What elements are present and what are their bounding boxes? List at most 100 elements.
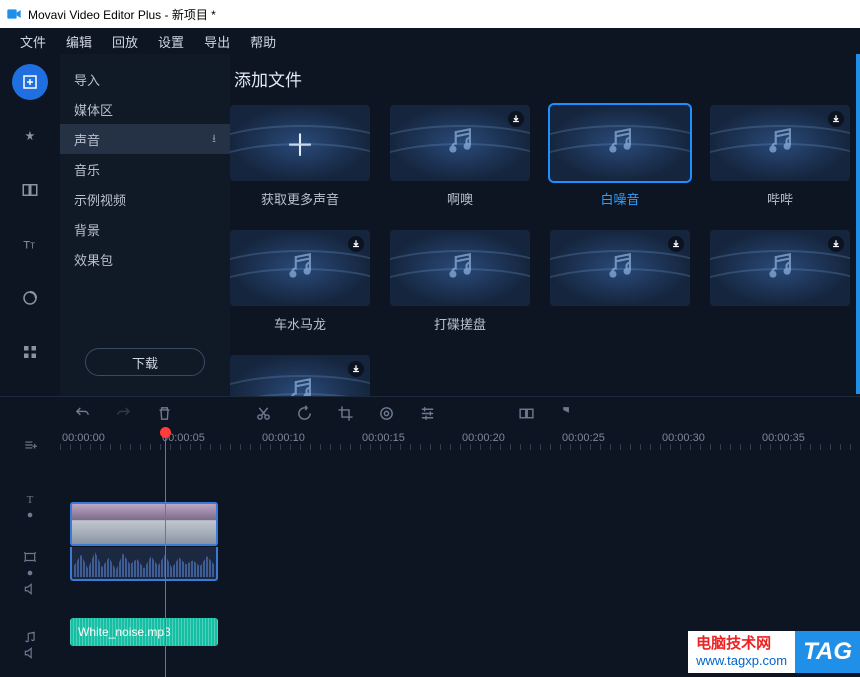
color-button[interactable] (378, 405, 395, 422)
watermark-line1: 电脑技术网 (696, 635, 787, 652)
menu-file[interactable]: 文件 (10, 32, 56, 51)
audio-clip[interactable]: White_noise.mp3 (70, 618, 218, 646)
audio-clip-label: White_noise.mp3 (78, 625, 171, 639)
video-track[interactable] (60, 500, 860, 584)
timeline-left-controls: T (0, 430, 60, 677)
crop-button[interactable] (337, 405, 354, 422)
music-note-icon (283, 250, 317, 287)
title-bar: Movavi Video Editor Plus - 新项目 * (0, 0, 860, 28)
music-note-icon (443, 250, 477, 287)
sidebar-item-label: 声音 (74, 130, 100, 149)
ruler-tick: 00:00:30 (660, 430, 760, 450)
music-note-icon (603, 125, 637, 162)
ruler-tick: 00:00:05 (160, 430, 260, 450)
video-clip-audio[interactable] (70, 547, 218, 581)
watermark-line2: www.tagxp.com (696, 652, 787, 669)
music-note-icon (603, 250, 637, 287)
music-note-icon (443, 125, 477, 162)
import-tool[interactable] (12, 64, 48, 100)
redo-button[interactable] (115, 405, 132, 422)
menu-settings[interactable]: 设置 (148, 32, 194, 51)
marker-button[interactable] (559, 405, 576, 422)
download-icon (668, 236, 684, 252)
titles-tool[interactable]: TT (12, 226, 48, 262)
svg-text:T: T (23, 240, 30, 252)
cut-button[interactable] (255, 405, 272, 422)
audio-track-controls[interactable] (23, 630, 37, 660)
watermark-tag: TAG (795, 631, 860, 673)
tool-column: TT (0, 54, 60, 396)
menu-help[interactable]: 帮助 (240, 32, 286, 51)
card-bibi[interactable]: 哔哔 (710, 105, 850, 208)
ruler-tick: 00:00:00 (60, 430, 160, 450)
card-aoo[interactable]: 啊噢 (390, 105, 530, 208)
sidebar-item-import[interactable]: 导入 (60, 64, 230, 94)
card-traffic[interactable]: 车水马龙 (230, 230, 370, 333)
ruler-tick: 00:00:35 (760, 430, 860, 450)
ruler-tick: 00:00:15 (360, 430, 460, 450)
card-white-noise[interactable]: 白噪音 (550, 105, 690, 208)
add-track-button[interactable] (23, 438, 37, 452)
content-panel: 添加文件 ＋获取更多声音啊噢 白噪音 哔哔车水马龙 打碟搓盘 (230, 54, 860, 396)
title-track[interactable] (60, 450, 860, 500)
undo-button[interactable] (74, 405, 91, 422)
card-label: 啊噢 (447, 189, 473, 208)
sidebar-item-label: 示例视频 (74, 190, 126, 209)
svg-text:T: T (30, 242, 35, 251)
download-button[interactable]: 下载 (85, 348, 205, 376)
music-note-icon (763, 250, 797, 287)
menu-export[interactable]: 导出 (194, 32, 240, 51)
card-dj-scratch[interactable]: 打碟搓盘 (390, 230, 530, 333)
download-icon (828, 111, 844, 127)
sidebar-item-sample-video[interactable]: 示例视频 (60, 184, 230, 214)
playhead[interactable] (165, 430, 166, 677)
sidebar-item-label: 背景 (74, 220, 100, 239)
side-edge (856, 54, 860, 394)
ruler-tick: 00:00:20 (460, 430, 560, 450)
card-label: 哔哔 (767, 189, 793, 208)
video-clip[interactable] (70, 502, 218, 546)
download-icon (828, 236, 844, 252)
app-icon (6, 6, 22, 22)
delete-button[interactable] (156, 405, 173, 422)
transition-wizard-button[interactable] (518, 405, 535, 422)
sidebar-item-label: 效果包 (74, 250, 113, 269)
content-title: 添加文件 (230, 66, 860, 105)
card-get-more-sounds[interactable]: ＋获取更多声音 (230, 105, 370, 208)
sidebar-item-effect-packs[interactable]: 效果包 (60, 244, 230, 274)
music-note-icon (283, 375, 317, 397)
sidebar-item-media[interactable]: 媒体区 (60, 94, 230, 124)
music-note-icon (763, 125, 797, 162)
menu-playback[interactable]: 回放 (102, 32, 148, 51)
filters-tool[interactable] (12, 118, 48, 154)
watermark: 电脑技术网www.tagxp.com TAG (688, 631, 860, 673)
video-track-controls[interactable] (23, 550, 37, 596)
stickers-tool[interactable] (12, 280, 48, 316)
download-icon (508, 111, 524, 127)
card-r9[interactable] (230, 355, 370, 396)
card-r8[interactable] (710, 230, 850, 333)
sidebar-item-music[interactable]: 音乐 (60, 154, 230, 184)
sidebar-item-backgrounds[interactable]: 背景 (60, 214, 230, 244)
card-r7[interactable] (550, 230, 690, 333)
sidebar-item-label: 媒体区 (74, 100, 113, 119)
ruler-tick: 00:00:10 (260, 430, 360, 450)
sidebar-item-sounds[interactable]: 声音 ⭳ (60, 124, 230, 154)
card-label: 获取更多声音 (261, 189, 339, 208)
adjust-button[interactable] (419, 405, 436, 422)
timeline-ruler[interactable]: 00:00:0000:00:0500:00:1000:00:1500:00:20… (60, 430, 860, 450)
card-label: 打碟搓盘 (434, 314, 486, 333)
download-icon (348, 361, 364, 377)
download-icon: ⭳ (212, 130, 216, 149)
sidebar-item-label: 音乐 (74, 160, 100, 179)
menu-edit[interactable]: 编辑 (56, 32, 102, 51)
menu-bar: 文件 编辑 回放 设置 导出 帮助 (0, 28, 860, 54)
transitions-tool[interactable] (12, 172, 48, 208)
more-tool[interactable] (12, 334, 48, 370)
card-label: 白噪音 (600, 189, 639, 208)
sidebar: 导入 媒体区 声音 ⭳ 音乐 示例视频 背景 效果包 下载 (60, 54, 230, 396)
card-label: 车水马龙 (274, 314, 326, 333)
sidebar-item-label: 导入 (74, 70, 100, 89)
rotate-button[interactable] (296, 405, 313, 422)
title-track-controls[interactable]: T (23, 494, 37, 522)
